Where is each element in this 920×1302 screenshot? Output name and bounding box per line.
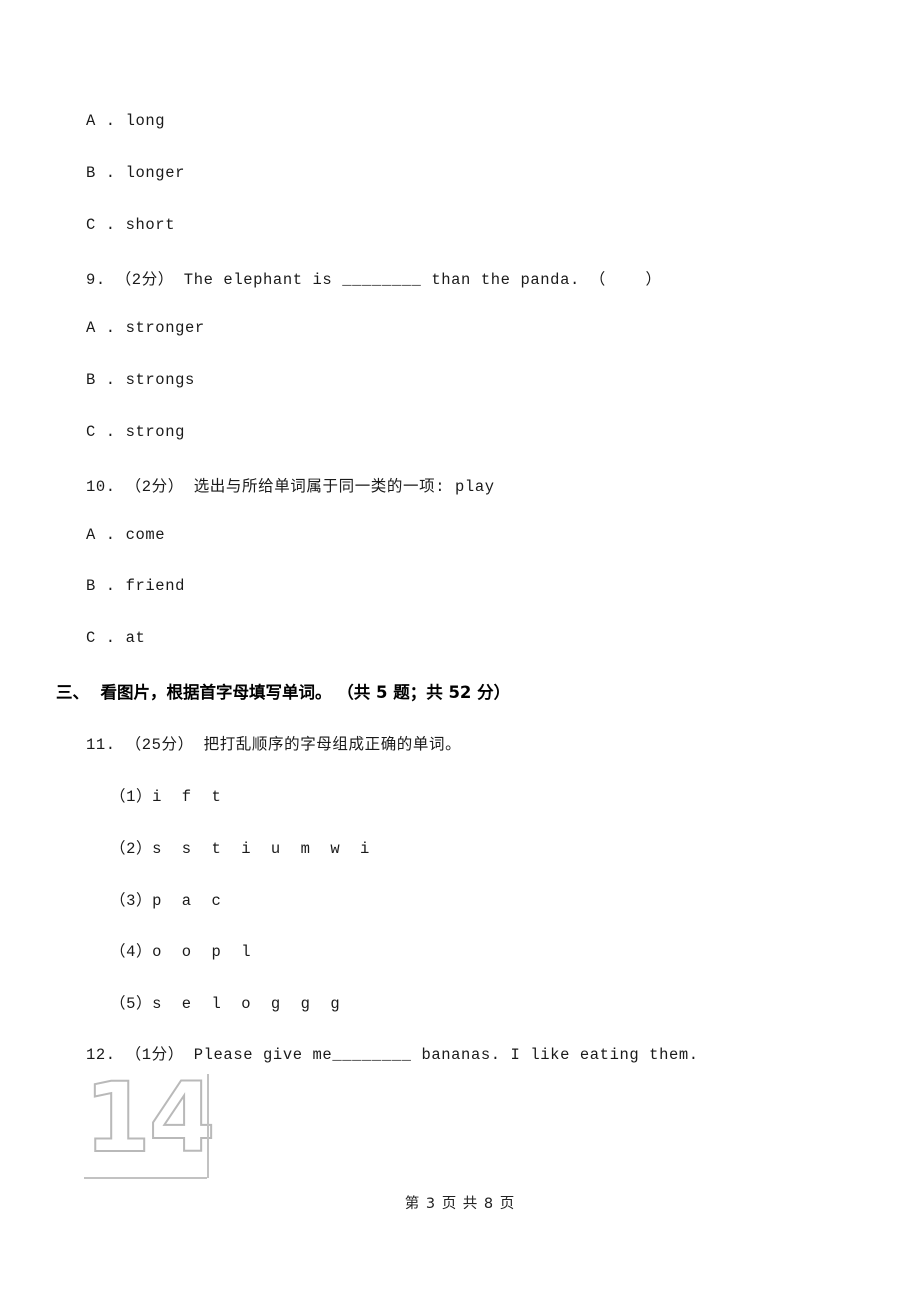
question-subitem: （2）s s t i u m w i (110, 840, 370, 858)
question-subitem: （4）o o p l (110, 943, 252, 961)
answer-option: A . come (86, 526, 166, 544)
answer-option: A . long (86, 112, 166, 130)
watermark-frame-bottom (84, 1177, 207, 1179)
question-item: 11. （25分） 把打乱顺序的字母组成正确的单词。 (86, 736, 462, 754)
question-subitem: （5）s e l o g g g (110, 995, 341, 1013)
watermark-digits: 14 (83, 1062, 217, 1174)
answer-option: B . strongs (86, 371, 195, 389)
question-item: 10. （2分） 选出与所给单词属于同一类的一项: play (86, 478, 495, 496)
answer-option: C . short (86, 216, 176, 234)
question-subitem: （1）i f t (110, 788, 222, 806)
watermark-frame-right (207, 1074, 209, 1178)
answer-option: A . stronger (86, 319, 205, 337)
page-footer: 第 3 页 共 8 页 (404, 1196, 516, 1212)
section-heading: 三、 看图片，根据首字母填写单词。 （共 5 题；共 52 分） (56, 683, 511, 702)
question-subitem: （3）p a c (110, 892, 222, 910)
answer-option: B . friend (86, 577, 186, 595)
question-item: 12. （1分） Please give me________ bananas.… (86, 1046, 699, 1064)
document-page: A . long B . longer C . short 9. （2分） Th… (0, 0, 920, 1302)
question-item: 9. （2分） The elephant is ________ than th… (86, 271, 662, 289)
answer-option: C . strong (86, 423, 186, 441)
answer-option: C . at (86, 629, 146, 647)
answer-option: B . longer (86, 164, 186, 182)
page-watermark-number: 14 (83, 1069, 217, 1179)
